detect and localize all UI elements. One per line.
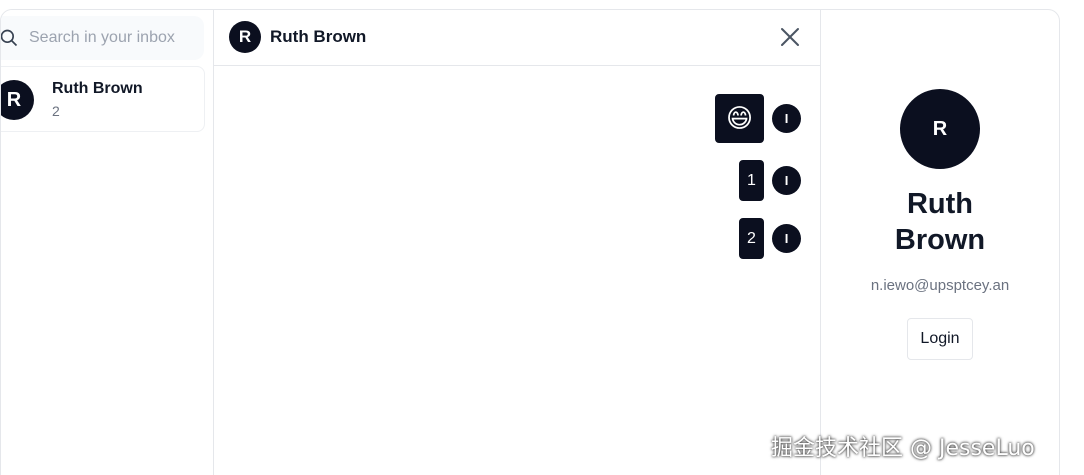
sender-avatar: I [772,224,801,253]
search-box[interactable] [1,16,204,60]
sender-avatar: I [772,104,801,133]
conversation-preview: 2 [52,103,60,119]
avatar: R [1,80,34,120]
avatar: R [229,21,261,53]
profile-email: n.iewo@upsptcey.an [870,277,1010,294]
chat-title: Ruth Brown [270,27,367,46]
chat-header: R Ruth Brown [214,10,820,66]
search-input[interactable] [29,29,199,47]
search-icon [1,29,18,47]
conversation-name: Ruth Brown [52,80,143,97]
message-row: 1 I [739,160,801,201]
login-button[interactable]: Login [907,318,973,360]
profile-name: Ruth Brown [894,188,986,256]
profile-avatar: R [900,89,980,169]
message-row: 😄 I [715,94,801,143]
message-row: 2 I [739,218,801,259]
message-bubble[interactable]: 1 [739,160,764,201]
profile-panel: R Ruth Brown n.iewo@upsptcey.an Login [821,10,1059,475]
inbox-app: R Ruth Brown 2 R Ruth Brown 😄 I 1 I 2 I … [0,9,1060,475]
chat-panel: R Ruth Brown 😄 I 1 I 2 I [214,10,821,475]
close-icon[interactable] [778,25,802,49]
message-bubble[interactable]: 2 [739,218,764,259]
message-bubble[interactable]: 😄 [715,94,764,143]
sidebar: R Ruth Brown 2 [1,10,214,475]
watermark: 掘金技术社区 @ JesseLuo [771,436,1035,461]
conversation-item[interactable]: R Ruth Brown 2 [1,66,205,132]
sender-avatar: I [772,166,801,195]
